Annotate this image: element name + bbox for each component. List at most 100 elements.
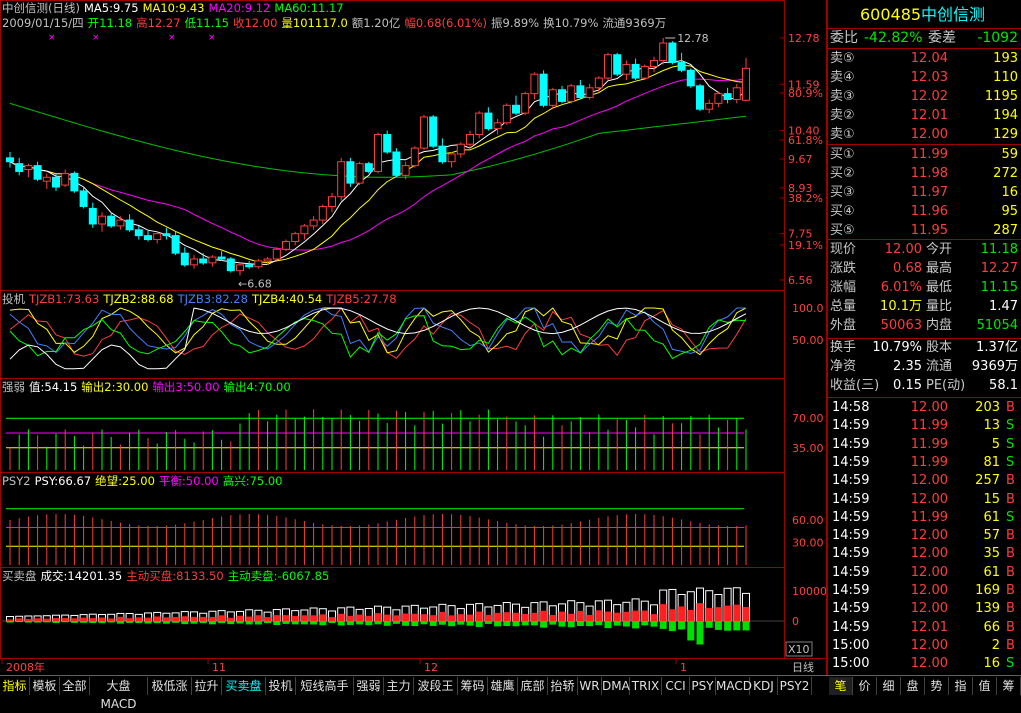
ind1-axis-label-1: 50.00 — [792, 334, 824, 347]
tab-19[interactable]: CCI — [662, 677, 690, 695]
candle-body — [447, 153, 456, 163]
tick-side: B — [1006, 637, 1015, 653]
ind4-sell-bar — [80, 621, 88, 623]
ind4-buy-bar — [466, 614, 474, 621]
candle-body — [567, 85, 576, 102]
tick-price: 12.00 — [910, 583, 948, 598]
tick-time: 14:59 — [832, 546, 870, 562]
panel-tab-2[interactable]: 细 — [877, 677, 901, 695]
quote-row: 外盘 50063 内盘 51054 — [828, 317, 1021, 335]
tab-8[interactable]: 短线高手 — [296, 677, 354, 695]
sell-row[interactable]: 卖③ 12.02 1195 — [828, 88, 1021, 106]
panel-tab-7[interactable]: 筹 — [997, 677, 1021, 695]
ind4-buy-bar — [328, 617, 336, 621]
tab-3[interactable]: 大盘MACD — [90, 677, 148, 711]
ind4-sell-bar — [494, 621, 502, 627]
ind4-sell-bar — [613, 621, 621, 626]
tab-1[interactable]: 模板 — [30, 677, 60, 695]
info-item-1: 开11.18 — [87, 16, 133, 30]
ind4-buy-bar — [199, 616, 207, 621]
buy-row[interactable]: 买③ 11.97 16 — [828, 184, 1021, 202]
tab-5[interactable]: 拉升 — [192, 677, 222, 695]
weicha-value: -1092 — [977, 30, 1018, 46]
ind4-buy-bar — [346, 615, 354, 621]
tick-row: 14:59 11.99 13 S — [828, 417, 1021, 435]
ind4-buy-bar — [365, 615, 373, 621]
ind3-axis-label-1: 30.00 — [792, 537, 824, 550]
ind4-labels: 成交:14201.35 主动买盘:8133.50 主动卖盘:-6067.85 — [41, 569, 334, 583]
tab-21[interactable]: MACD — [716, 677, 752, 695]
panel-tab-0[interactable]: 笔 — [829, 677, 853, 695]
tab-7[interactable]: 投机 — [266, 677, 296, 695]
tab-11[interactable]: 波段王 — [414, 677, 458, 695]
candle-body — [364, 163, 373, 172]
tab-12[interactable]: 筹码 — [458, 677, 488, 695]
event-marker-2: × — [168, 33, 176, 43]
tab-2[interactable]: 全部 — [60, 677, 90, 695]
tab-9[interactable]: 强弱 — [354, 677, 384, 695]
divider — [828, 144, 1021, 145]
ind4-sell-bar — [632, 621, 640, 629]
tick-volume: 57 — [983, 528, 1000, 544]
quote-label: 现价 — [830, 242, 857, 257]
quote-panel: 600485 中创信测 委比 -42.82% 委差 -1092 卖⑤ 12.04… — [826, 0, 1021, 675]
panel-tab-1[interactable]: 价 — [853, 677, 877, 695]
tab-17[interactable]: DMA — [602, 677, 630, 695]
ind4-sell-bar — [52, 621, 60, 624]
tab-23[interactable]: PSY2 — [778, 677, 812, 695]
tab-18[interactable]: TRIX — [630, 677, 662, 695]
sell-row[interactable]: 卖① 12.00 129 — [828, 126, 1021, 144]
tab-10[interactable]: 主力 — [384, 677, 414, 695]
candle-body — [190, 258, 198, 266]
ind4-buy-bar — [613, 612, 621, 621]
tab-6[interactable]: 买卖盘 — [222, 677, 266, 695]
ind4-sell-bar — [549, 621, 557, 625]
candle-body — [594, 77, 603, 89]
buy-row[interactable]: 买① 11.99 59 — [828, 146, 1021, 164]
ind4-sell-bar — [696, 621, 704, 645]
tab-13[interactable]: 雄鹰 — [488, 677, 518, 695]
ind4-buy-bar — [733, 604, 741, 621]
tab-0[interactable]: 指标 — [0, 677, 30, 695]
sell-row[interactable]: 卖⑤ 12.04 193 — [828, 50, 1021, 68]
buy-row[interactable]: 买⑤ 11.95 287 — [828, 222, 1021, 240]
tab-20[interactable]: PSY — [690, 677, 716, 695]
ind4-multiplier: X10 — [788, 643, 810, 656]
candle-body — [484, 112, 493, 130]
ind4-buy-bar — [116, 616, 124, 621]
buy-level-label: 买② — [830, 166, 855, 181]
tab-16[interactable]: WR — [578, 677, 602, 695]
ind1-labels: TJZB1:73.63 TJZB2:88.68 TJZB3:82.28 TJZB4:4… — [29, 292, 401, 306]
buy-row[interactable]: 买④ 11.96 95 — [828, 203, 1021, 221]
candle-body — [530, 73, 539, 95]
ind4-buy-bar — [6, 619, 14, 621]
panel-tab-5[interactable]: 指 — [949, 677, 973, 695]
ind4-buy-bar — [70, 618, 78, 621]
panel-tab-4[interactable]: 势 — [925, 677, 949, 695]
ind4-buy-bar — [576, 610, 584, 621]
stock-code: 600485 — [860, 5, 922, 24]
tab-22[interactable]: KDJ — [750, 677, 778, 695]
ind3-label-2: 平衡:50.00 — [158, 474, 219, 488]
candle-body — [548, 89, 557, 106]
candle-body — [171, 235, 180, 254]
tab-4[interactable]: 极低涨 — [148, 677, 192, 695]
ind4-sell-bar — [291, 621, 299, 625]
tick-volume: 16 — [983, 656, 1000, 672]
sell-price: 12.01 — [910, 108, 948, 123]
sell-row[interactable]: 卖② 12.01 194 — [828, 107, 1021, 125]
quote-value: 11.18 — [980, 242, 1018, 257]
tick-volume: 13 — [983, 418, 1000, 434]
tab-15[interactable]: 抬轿 — [548, 677, 578, 695]
candle-body — [392, 151, 401, 176]
kline-chart-area[interactable]: 12.78 11.59 80.9% 10.40 61.8% 9.67 8.93 38.2% 7.… — [0, 0, 826, 675]
ind4-sell-bar — [392, 621, 400, 624]
ind4-sell-bar — [328, 621, 336, 624]
quote-value: 50063 — [880, 318, 922, 333]
tab-14[interactable]: 底部 — [518, 677, 548, 695]
panel-tab-6[interactable]: 值 — [973, 677, 997, 695]
sell-level-label: 卖① — [830, 127, 855, 142]
panel-tab-3[interactable]: 盘 — [901, 677, 925, 695]
buy-row[interactable]: 买② 11.98 272 — [828, 165, 1021, 183]
sell-row[interactable]: 卖④ 12.03 110 — [828, 69, 1021, 87]
